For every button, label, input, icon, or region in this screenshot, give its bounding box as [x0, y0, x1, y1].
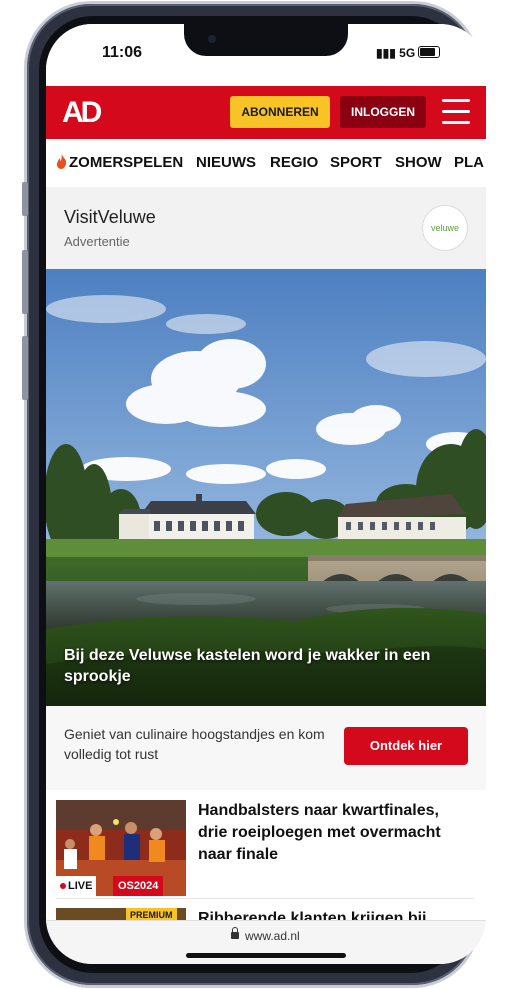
discover-button[interactable]: Ontdek hier — [344, 727, 468, 765]
advertisement-label: Advertentie — [64, 234, 130, 249]
live-label: LIVE — [68, 880, 93, 892]
promo-block: Geniet van culinaire hoogstandjes en kom… — [46, 706, 486, 790]
hero-caption[interactable]: Bij deze Veluwse kastelen word je wakker… — [64, 645, 464, 687]
advertiser-name: VisitVeluwe — [64, 207, 156, 227]
live-badge: LIVE — [56, 876, 97, 896]
signal-bars-icon: ▮▮▮ — [376, 46, 396, 60]
live-dot-icon — [60, 883, 66, 889]
article-item[interactable]: LIVE OS2024 Handbalsters naar kwartfinal… — [56, 798, 474, 899]
status-bar: 11:06 ▮▮▮ 5G — [46, 24, 486, 86]
login-button[interactable]: INLOGGEN — [340, 96, 426, 128]
hero-image[interactable]: Bij deze Veluwse kastelen word je wakker… — [46, 269, 486, 706]
camera-icon — [208, 35, 216, 43]
signal-indicator: ▮▮▮ 5G — [376, 46, 415, 60]
volume-up-button — [22, 250, 28, 314]
subscribe-button[interactable]: ABONNEREN — [230, 96, 330, 128]
nav-item-nieuws[interactable]: NIEUWS — [196, 154, 256, 171]
home-indicator[interactable] — [186, 953, 346, 958]
notch — [184, 24, 348, 56]
nav-item-pla[interactable]: PLA — [454, 154, 484, 171]
promo-text: Geniet van culinaire hoogstandjes en kom… — [64, 726, 325, 762]
castle-landscape-image — [46, 269, 486, 706]
battery-icon — [418, 46, 440, 58]
section-nav: ZOMERSPELEN NIEUWS REGIO SPORT SHOW PLA — [46, 139, 486, 188]
phone-screen: 11:06 ▮▮▮ 5G AD ABONNEREN INLOGGEN ZOMER… — [46, 24, 486, 964]
nav-item-regio[interactable]: REGIO — [270, 154, 318, 171]
nav-item-label: ZOMERSPELEN — [69, 154, 184, 171]
lock-icon — [231, 927, 239, 939]
article-thumbnail: LIVE OS2024 — [56, 800, 186, 896]
flame-icon — [56, 154, 67, 169]
sponsor-header[interactable]: VisitVeluwe Advertentie veluwe — [46, 187, 486, 269]
browser-address-bar[interactable]: www.ad.nl — [46, 920, 486, 964]
nav-item-show[interactable]: SHOW — [395, 154, 442, 171]
status-time: 11:06 — [102, 44, 143, 61]
url-text: www.ad.nl — [245, 929, 300, 943]
advertiser-logo: veluwe — [422, 205, 468, 251]
article-title[interactable]: Handbalsters naar kwartfinales, drie roe… — [198, 800, 468, 866]
mute-switch — [22, 182, 28, 216]
volume-down-button — [22, 336, 28, 400]
network-type: 5G — [399, 46, 416, 60]
menu-icon[interactable] — [442, 99, 470, 125]
ad-logo[interactable]: AD — [62, 98, 102, 128]
nav-item-sport[interactable]: SPORT — [330, 154, 382, 171]
tag-badge: OS2024 — [113, 876, 164, 896]
site-header: AD ABONNEREN INLOGGEN — [46, 86, 486, 139]
nav-item-zomerspelen[interactable]: ZOMERSPELEN — [56, 154, 183, 171]
